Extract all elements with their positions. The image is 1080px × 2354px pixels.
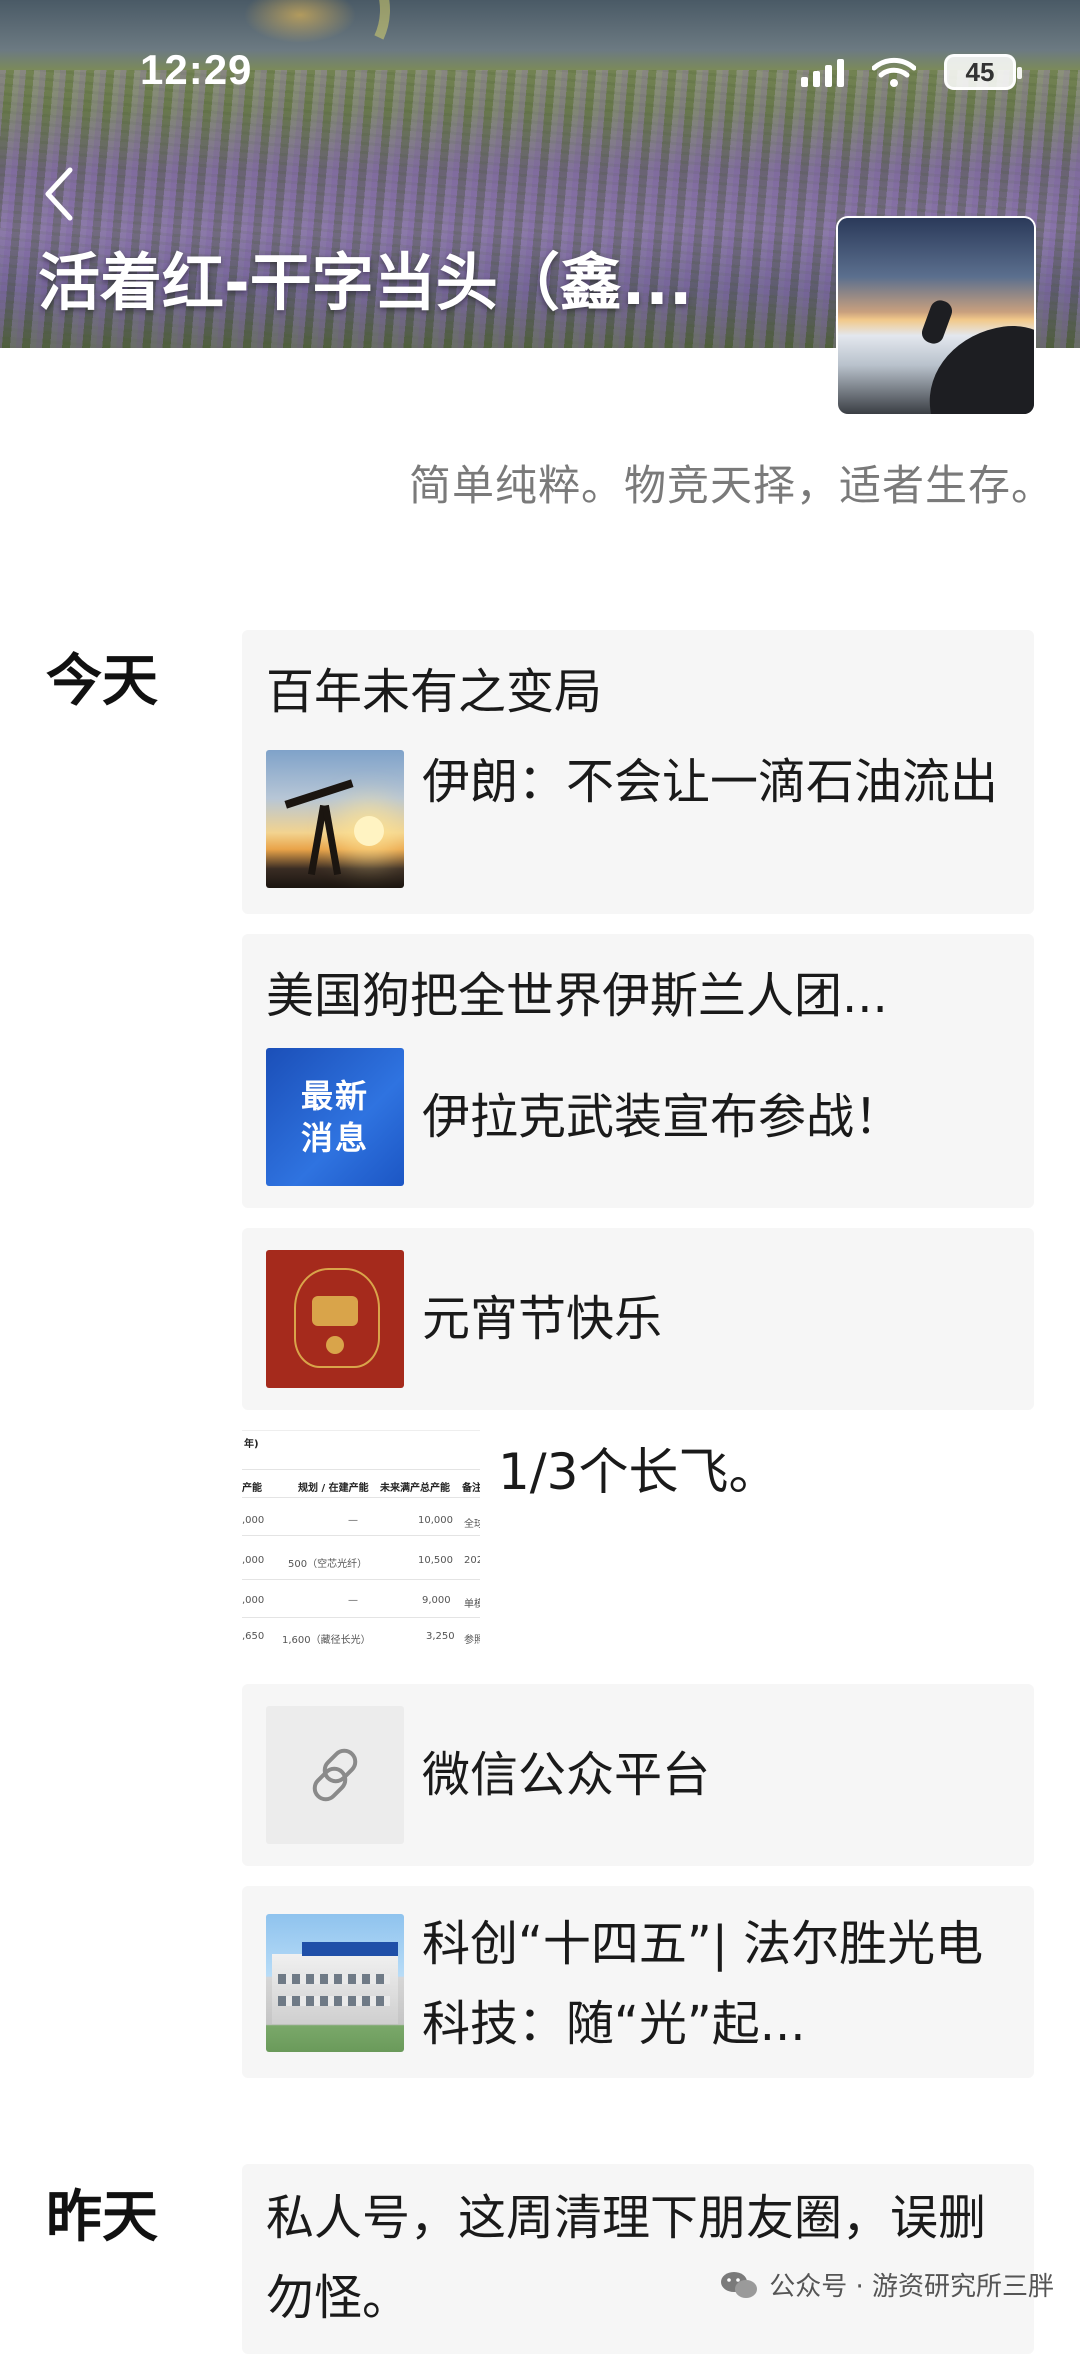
post-card[interactable]: 美国狗把全世界伊斯兰人团... 最新 消息 伊拉克武装宣布参战！	[242, 934, 1034, 1208]
post-group-title: 美国狗把全世界伊斯兰人团...	[266, 968, 888, 1024]
image-post-caption[interactable]: 1/3个长飞。	[498, 1432, 778, 1504]
table-cell: ,000	[242, 1515, 265, 1526]
post-card[interactable]: 私人号，这周清理下朋友圈，误删勿怪。	[242, 2164, 1034, 2354]
day-label-today: 今天	[46, 649, 158, 714]
watermark-text: 公众号 · 游资研究所三胖	[769, 2272, 1054, 2302]
table-caption: 年)	[244, 1439, 259, 1450]
back-chevron-icon[interactable]	[40, 164, 80, 224]
post-title: 科创“十四五”| 法尔胜光电科技：随“光”起...	[422, 1916, 984, 2052]
source-watermark: 公众号 · 游资研究所三胖	[719, 2266, 1054, 2303]
factory-building-image	[266, 1914, 404, 2052]
post-group-title: 百年未有之变局	[266, 664, 603, 720]
battery-level: 45	[965, 56, 995, 87]
table-cell: 3,250	[426, 1631, 455, 1642]
status-time: 12:29	[140, 46, 253, 93]
table-cell: 全球	[464, 1519, 480, 1530]
table-cell: 单模	[464, 1599, 480, 1610]
link-chain-icon	[312, 1748, 358, 1802]
avatar[interactable]	[838, 218, 1034, 414]
table-cell: 10,500	[418, 1555, 453, 1566]
red-festival-image	[266, 1250, 404, 1388]
post-title: 伊拉克武装宣布参战！	[422, 1089, 903, 1145]
table-cell: ,000	[242, 1595, 265, 1606]
post-card[interactable]: 科创“十四五”| 法尔胜光电科技：随“光”起...	[242, 1886, 1034, 2078]
table-cell: ,650	[242, 1631, 265, 1642]
table-cell: —	[348, 1595, 358, 1606]
post-title: 伊朗：不会让一滴石油流出	[422, 754, 999, 810]
table-cell: 9,000	[422, 1595, 451, 1606]
wifi-icon	[872, 57, 916, 87]
hand-silhouette	[919, 297, 955, 347]
post-title: 私人号，这周清理下朋友圈，误删勿怪。	[266, 2190, 987, 2326]
table-screenshot[interactable]: 年) 产能 规划 / 在建产能 未来满产总产能 备注 ,000 — 10,000…	[242, 1430, 480, 1651]
table-cell: 500（空芯光纤）	[288, 1559, 368, 1570]
account-slogan: 简单纯粹。物竞天择，适者生存。	[408, 461, 1054, 510]
account-name: 活着红-干字当头（鑫...	[38, 246, 693, 319]
latest-news-badge: 最新 消息	[266, 1048, 404, 1186]
table-header-cell: 规划 / 在建产能	[298, 1483, 369, 1494]
oil-pump-sunset-image	[266, 750, 404, 888]
battery-icon: 45	[944, 54, 1022, 90]
badge-text-line: 最新	[300, 1077, 369, 1115]
table-cell: 参照	[464, 1635, 480, 1646]
table-cell: 202	[464, 1555, 480, 1566]
post-card[interactable]: 元宵节快乐	[242, 1228, 1034, 1410]
table-cell: —	[348, 1515, 358, 1526]
table-cell: 10,000	[418, 1515, 453, 1526]
signal-icon	[801, 57, 844, 87]
post-card[interactable]: 百年未有之变局 伊朗：不会让一滴石油流出	[242, 630, 1034, 914]
table-header-cell: 未来满产总产能	[380, 1483, 450, 1494]
post-title: 微信公众平台	[422, 1747, 711, 1803]
table-cell: ,000	[242, 1555, 265, 1566]
table-header-cell: 备注	[462, 1483, 480, 1494]
post-card[interactable]: 微信公众平台	[242, 1684, 1034, 1866]
table-cell: 1,600（藏径长光）	[282, 1635, 371, 1646]
post-title: 元宵节快乐	[422, 1291, 663, 1347]
table-header-cell: 产能	[242, 1483, 262, 1494]
link-icon	[266, 1706, 404, 1844]
status-icons: 45	[801, 54, 1022, 90]
badge-text-line: 消息	[300, 1119, 369, 1157]
wechat-icon	[721, 2271, 758, 2298]
day-label-yesterday: 昨天	[46, 2185, 158, 2250]
